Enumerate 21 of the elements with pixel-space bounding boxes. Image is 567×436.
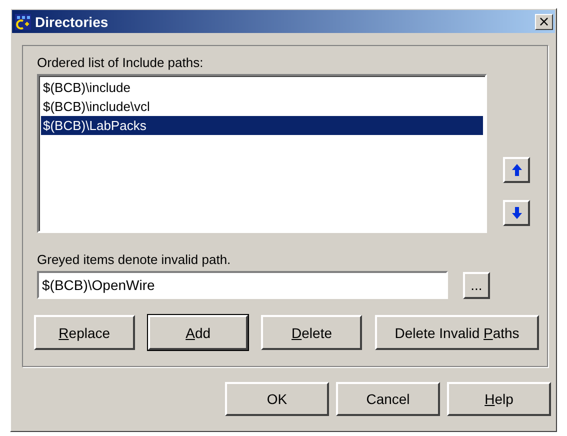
path-input[interactable]: $(BCB)\OpenWire <box>37 271 448 299</box>
path-item[interactable]: $(BCB)\include\vcl <box>41 97 483 116</box>
hint-text: Greyed items denote invalid path. <box>37 252 232 267</box>
move-down-button[interactable] <box>503 200 530 226</box>
window-title: Directories <box>35 14 110 30</box>
action-button[interactable]: Add <box>148 315 248 350</box>
browse-button[interactable]: ... <box>463 272 490 298</box>
action-button[interactable]: Delete Invalid Paths <box>375 315 539 350</box>
path-item[interactable]: $(BCB)\include <box>41 78 483 97</box>
dialog-button[interactable]: Help <box>447 382 551 416</box>
list-label: Ordered list of Include paths: <box>37 55 204 70</box>
up-arrow-icon <box>510 163 522 177</box>
move-up-button[interactable] <box>503 157 530 183</box>
close-button[interactable]: × <box>535 14 553 30</box>
action-button[interactable]: Delete <box>261 315 362 350</box>
action-button[interactable]: Replace <box>34 315 135 350</box>
down-arrow-icon <box>510 206 522 220</box>
dialog-button[interactable]: Cancel <box>336 382 440 416</box>
path-item[interactable]: $(BCB)\LabPacks <box>41 116 483 135</box>
dialog-button[interactable]: OK <box>225 382 329 416</box>
app-icon <box>14 12 32 30</box>
